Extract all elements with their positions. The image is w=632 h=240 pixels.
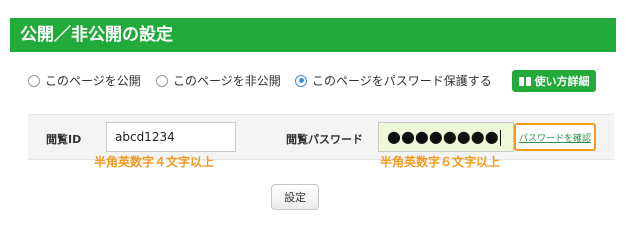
view-password-label: 閲覧パスワード (286, 133, 363, 146)
save-button-label: 設定 (284, 191, 306, 204)
radio-private[interactable]: このページを非公開 (156, 72, 281, 89)
view-password-hint: 半角英数字６文字以上 (380, 155, 501, 169)
save-button[interactable]: 設定 (271, 184, 319, 210)
password-confirm-highlight: パスワードを確認 (514, 123, 596, 151)
radio-password-protect-circle[interactable] (295, 74, 307, 87)
radio-public[interactable]: このページを公開 (28, 72, 141, 89)
password-confirm-link[interactable]: パスワードを確認 (519, 131, 591, 144)
radio-public-circle[interactable] (28, 74, 40, 87)
radio-password-protect[interactable]: このページをパスワード保護する (295, 72, 492, 89)
view-id-label: 閲覧ID (46, 133, 82, 146)
view-password-value: ●●●●●●●● (387, 127, 499, 146)
radio-public-label[interactable]: このページを公開 (45, 72, 141, 89)
section-title: 公開／非公開の設定 (20, 25, 173, 45)
radio-private-label[interactable]: このページを非公開 (173, 72, 281, 89)
view-id-input[interactable]: abcd1234 (106, 122, 236, 152)
view-id-hint: 半角英数字４文字以上 (94, 155, 215, 169)
howto-button[interactable]: 使い方詳細 (512, 70, 596, 92)
radio-password-protect-label[interactable]: このページをパスワード保護する (312, 72, 492, 89)
book-icon (518, 76, 531, 86)
view-id-value: abcd1234 (115, 130, 175, 144)
text-caret (499, 129, 501, 146)
section-header: 公開／非公開の設定 (10, 18, 616, 52)
radio-private-circle[interactable] (156, 74, 168, 87)
view-password-input[interactable]: ●●●●●●●● (378, 122, 514, 152)
howto-button-label: 使い方詳細 (534, 75, 590, 88)
